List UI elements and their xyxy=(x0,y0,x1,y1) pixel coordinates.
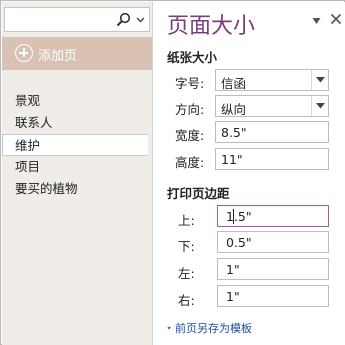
right-margin-value: 1" xyxy=(226,289,240,304)
close-icon[interactable] xyxy=(330,13,342,25)
top-margin-value: 1.5" xyxy=(226,209,252,224)
add-circle-icon xyxy=(15,44,33,62)
page-item-maintenance[interactable]: 维护 xyxy=(2,134,148,156)
height-value: 11" xyxy=(221,152,243,167)
height-label: 高度: xyxy=(175,155,205,170)
search-icon[interactable] xyxy=(116,12,131,27)
page-list: 景观 联系人 维护 项目 要买的植物 xyxy=(2,90,152,200)
orientation-select[interactable]: 纵向 xyxy=(215,95,329,117)
add-page-button[interactable]: 添加页 xyxy=(2,37,152,70)
top-margin-label: 上: xyxy=(178,213,195,228)
size-label: 字号: xyxy=(175,76,205,91)
paper-size-heading: 纸张大小 xyxy=(167,50,218,65)
pane-title: 页面大小 xyxy=(167,14,256,39)
size-select[interactable]: 信函 xyxy=(215,69,329,91)
page-item-projects[interactable]: 项目 xyxy=(2,156,152,178)
size-dropdown-button[interactable] xyxy=(311,70,328,90)
page-setup-pane: 页面大小 纸张大小 字号: 信函 方向: 纵向 宽度: 8.5" 高度: 11"… xyxy=(152,2,345,345)
width-input[interactable]: 8.5" xyxy=(215,121,329,143)
search-input[interactable] xyxy=(4,7,150,32)
right-margin-input[interactable]: 1" xyxy=(217,285,329,307)
add-page-label: 添加页 xyxy=(38,49,78,64)
bottom-margin-label: 下: xyxy=(178,239,195,254)
page-item-plants-to-buy[interactable]: 要买的植物 xyxy=(2,178,152,200)
orientation-value: 纵向 xyxy=(221,102,247,117)
bottom-margin-input[interactable]: 0.5" xyxy=(217,231,329,253)
pane-options-caret-icon[interactable] xyxy=(312,17,321,25)
height-input[interactable]: 11" xyxy=(215,148,329,170)
orientation-label: 方向: xyxy=(175,102,205,117)
size-value: 信函 xyxy=(221,76,247,91)
bottom-margin-value: 0.5" xyxy=(226,235,252,250)
width-value: 8.5" xyxy=(221,125,247,140)
orientation-dropdown-button[interactable] xyxy=(311,96,328,116)
page-item-landscape[interactable]: 景观 xyxy=(2,90,152,112)
left-margin-value: 1" xyxy=(226,262,240,277)
page-item-contacts[interactable]: 联系人 xyxy=(2,112,152,134)
top-margin-input[interactable]: 1.5" xyxy=(217,205,329,227)
dropdown-arrow-icon xyxy=(316,77,325,83)
onenote-window: 添加页 景观 联系人 维护 项目 要买的植物 页面大小 纸张大小 字号: 信函 … xyxy=(0,0,345,345)
page-sidebar: 添加页 景观 联系人 维护 项目 要买的植物 xyxy=(2,2,152,345)
dropdown-arrow-icon xyxy=(316,103,325,109)
left-margin-input[interactable]: 1" xyxy=(217,258,329,280)
print-margins-heading: 打印页边距 xyxy=(167,186,230,201)
left-margin-label: 左: xyxy=(178,266,195,281)
width-label: 宽度: xyxy=(175,128,205,143)
chevron-down-icon[interactable] xyxy=(136,15,145,24)
right-margin-label: 右: xyxy=(178,293,195,308)
save-as-template-link[interactable]: 前页另存为模板 xyxy=(175,320,252,336)
text-cursor xyxy=(233,209,234,224)
save-template-icon: ⋆ xyxy=(166,323,173,334)
